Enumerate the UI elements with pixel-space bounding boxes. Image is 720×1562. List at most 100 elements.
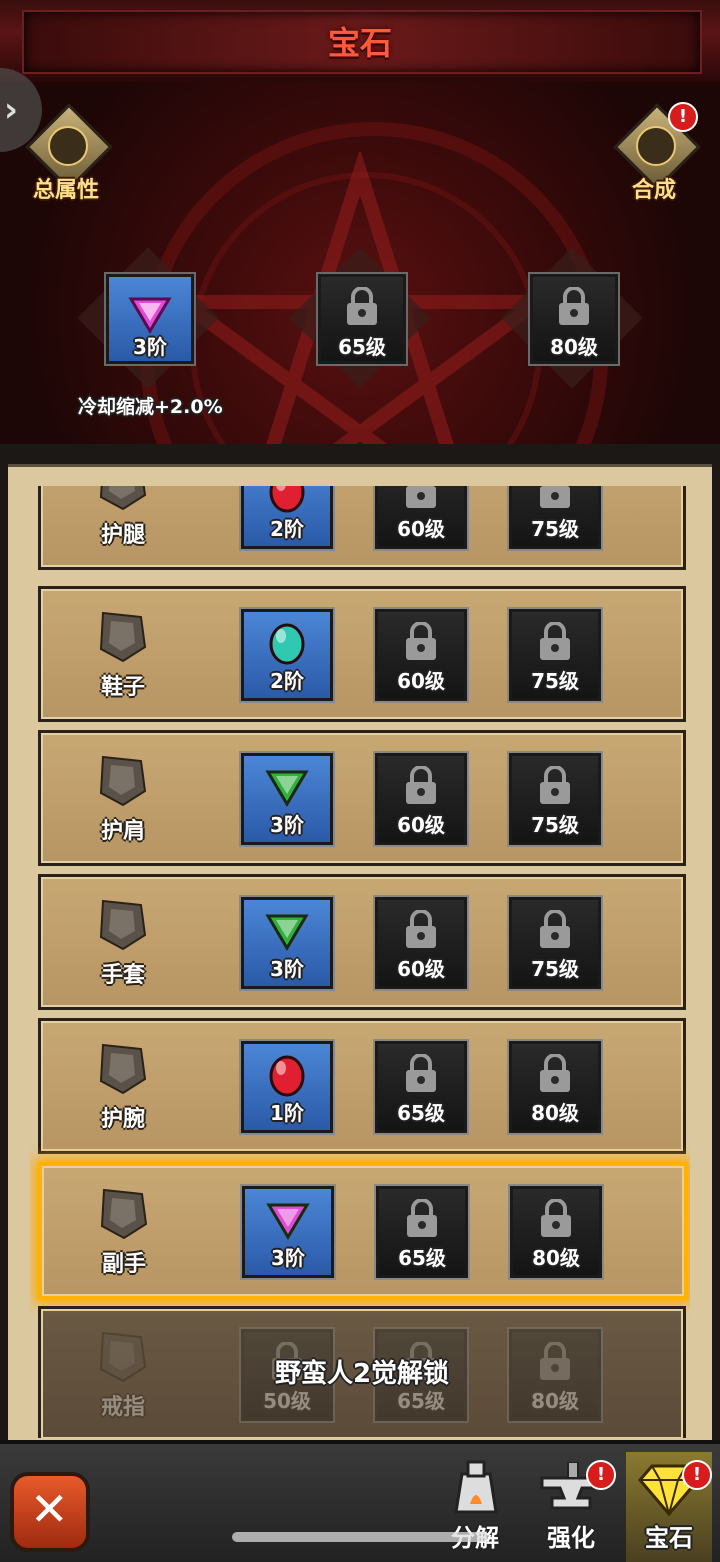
weapon-gem-slot-1[interactable]: 3阶 (77, 247, 219, 389)
equipment-name: 护腕 (100, 1107, 145, 1132)
gem-slot-1[interactable]: 3阶 (239, 895, 335, 991)
gem-icon (269, 1055, 305, 1097)
lock-icon (406, 486, 436, 508)
gem-slot-2[interactable]: 60级 (373, 486, 469, 551)
unlock-level-label: 80级 (550, 335, 598, 359)
lock-icon (347, 287, 377, 325)
nav-gem-label: 宝石 (645, 1524, 693, 1552)
gem-slot-2[interactable]: 60级 (373, 895, 469, 991)
unlock-level-label: 75级 (531, 813, 579, 837)
gem-tier-label: 3阶 (270, 957, 304, 981)
close-icon: ✕ (30, 1482, 69, 1536)
gem-slot-1[interactable]: 3阶 (239, 751, 335, 847)
gem-slot-1[interactable]: 1阶 (239, 1039, 335, 1135)
boots-icon (93, 607, 151, 665)
person-icon (48, 126, 88, 166)
nav-gem[interactable]: 宝石 ! (626, 1452, 712, 1562)
gem-slot-1[interactable]: 2阶 (239, 486, 335, 551)
lock-icon (406, 622, 436, 660)
lock-icon (540, 486, 570, 508)
equipment-row-leggings[interactable]: 护腿 2阶 60级 75级 (38, 486, 686, 570)
unlock-level-label: 60级 (397, 517, 445, 541)
title-bar: 宝石 (0, 0, 720, 85)
equipment-name: 戒指 (100, 1395, 145, 1420)
nav-enhance[interactable]: 强化 ! (528, 1452, 616, 1562)
equipment-row-shoulder[interactable]: 护肩 3阶 60级 75级 (38, 730, 686, 866)
weapon-gem-slot-2[interactable]: 65级 (289, 247, 431, 389)
unlock-level-label: 60级 (397, 669, 445, 693)
gem-slot-2[interactable]: 65级 (373, 1039, 469, 1135)
gem-slot-3[interactable]: 75级 (507, 751, 603, 847)
bracer-icon (93, 1039, 151, 1097)
equipment-name: 鞋子 (100, 675, 145, 700)
equipment-row-bracer[interactable]: 护腕 1阶 65级 80级 (38, 1018, 686, 1154)
lock-icon (406, 910, 436, 948)
gem-tier-label: 3阶 (270, 813, 304, 837)
gem-slot-1[interactable]: 2阶 (239, 607, 335, 703)
lock-icon (540, 910, 570, 948)
gem-tier-label: 3阶 (271, 1246, 305, 1270)
unlock-level-label: 80级 (532, 1246, 580, 1270)
gem-stat-text: 冷却缩减+2.0% (78, 396, 223, 418)
total-attributes-label: 总属性 (32, 178, 99, 203)
gem-slot-2[interactable]: 60级 (373, 607, 469, 703)
chevron-right-icon: › (4, 90, 19, 130)
synthesis-alert-badge: ! (668, 102, 698, 132)
lock-icon (559, 287, 589, 325)
slot-box: 65级 (316, 272, 408, 366)
equipment-name: 手套 (100, 963, 145, 988)
equipment-row-ring[interactable]: 戒指 50级 65级 80级 野蛮人2觉解锁 (38, 1306, 686, 1438)
gem-slot-3[interactable]: 80级 (508, 1184, 604, 1280)
unlock-requirement-text: 野蛮人2觉解锁 (274, 1359, 450, 1389)
weapon-gem-slot-3[interactable]: 80级 (501, 247, 643, 389)
gem-slot-2[interactable]: 60级 (373, 751, 469, 847)
bottom-nav: ✕ 分解 强化 ! 宝石 ! (0, 1440, 720, 1562)
shoulder-icon (93, 751, 151, 809)
equipment-name: 护肩 (100, 819, 145, 844)
gem-icon (265, 770, 309, 807)
equipment-row-gloves[interactable]: 手套 3阶 60级 75级 (38, 874, 686, 1010)
equipment-name: 护腿 (100, 523, 145, 548)
equipment-row-boots[interactable]: 鞋子 2阶 60级 75级 (38, 586, 686, 722)
unlock-level-label: 65级 (398, 1246, 446, 1270)
synthesis-label: 合成 (631, 178, 676, 203)
upgrade-arrow-icon (636, 126, 676, 166)
total-attributes-button[interactable]: 总属性 (18, 103, 113, 210)
unlock-level-label: 75级 (531, 517, 579, 541)
gem-slot-3[interactable]: 75级 (507, 607, 603, 703)
equipment-row-offhand[interactable]: 副手 3阶 65级 80级 (38, 1162, 688, 1300)
gem-icon (266, 1203, 310, 1240)
gem-tier-label: 2阶 (270, 669, 304, 693)
lock-icon (407, 1199, 437, 1237)
gem-slot-3[interactable]: 80级 (507, 1039, 603, 1135)
equipment-list[interactable]: 护腿 2阶 60级 75级 鞋子 2阶 60级 75级 护肩 3阶 60级 75级 手套 3阶 60级 75级… (30, 486, 690, 1438)
gem-slot-3[interactable]: 75级 (507, 486, 603, 551)
close-button[interactable]: ✕ (10, 1472, 90, 1552)
lock-icon (541, 1199, 571, 1237)
leggings-icon (93, 486, 151, 513)
gem-tier-label: 1阶 (270, 1101, 304, 1125)
nav-enhance-label: 强化 (547, 1524, 595, 1552)
equipment-name: 副手 (101, 1252, 146, 1277)
page-title: 宝石 (327, 24, 392, 62)
gem-slot-3[interactable]: 75级 (507, 895, 603, 991)
gem-slot-1[interactable]: 3阶 (240, 1184, 336, 1280)
lock-icon (406, 1054, 436, 1092)
unlock-level-label: 60级 (397, 813, 445, 837)
nav-decompose[interactable]: 分解 (432, 1452, 518, 1562)
forge-icon (454, 1460, 498, 1514)
gem-icon (269, 486, 305, 513)
unlock-level-label: 65级 (338, 335, 386, 359)
unlock-level-label: 65级 (397, 1101, 445, 1125)
lock-icon (540, 766, 570, 804)
gem-alert-badge: ! (682, 1460, 712, 1490)
gem-icon (265, 914, 309, 951)
lock-icon (540, 1054, 570, 1092)
home-indicator[interactable] (232, 1532, 488, 1542)
unlock-level-label: 60级 (397, 957, 445, 981)
unlock-level-label: 75级 (531, 957, 579, 981)
gem-tier-label: 3阶 (133, 335, 167, 359)
synthesis-button[interactable]: 合成 ! (606, 102, 701, 210)
gem-slot-2[interactable]: 65级 (374, 1184, 470, 1280)
gem-icon (269, 623, 305, 665)
